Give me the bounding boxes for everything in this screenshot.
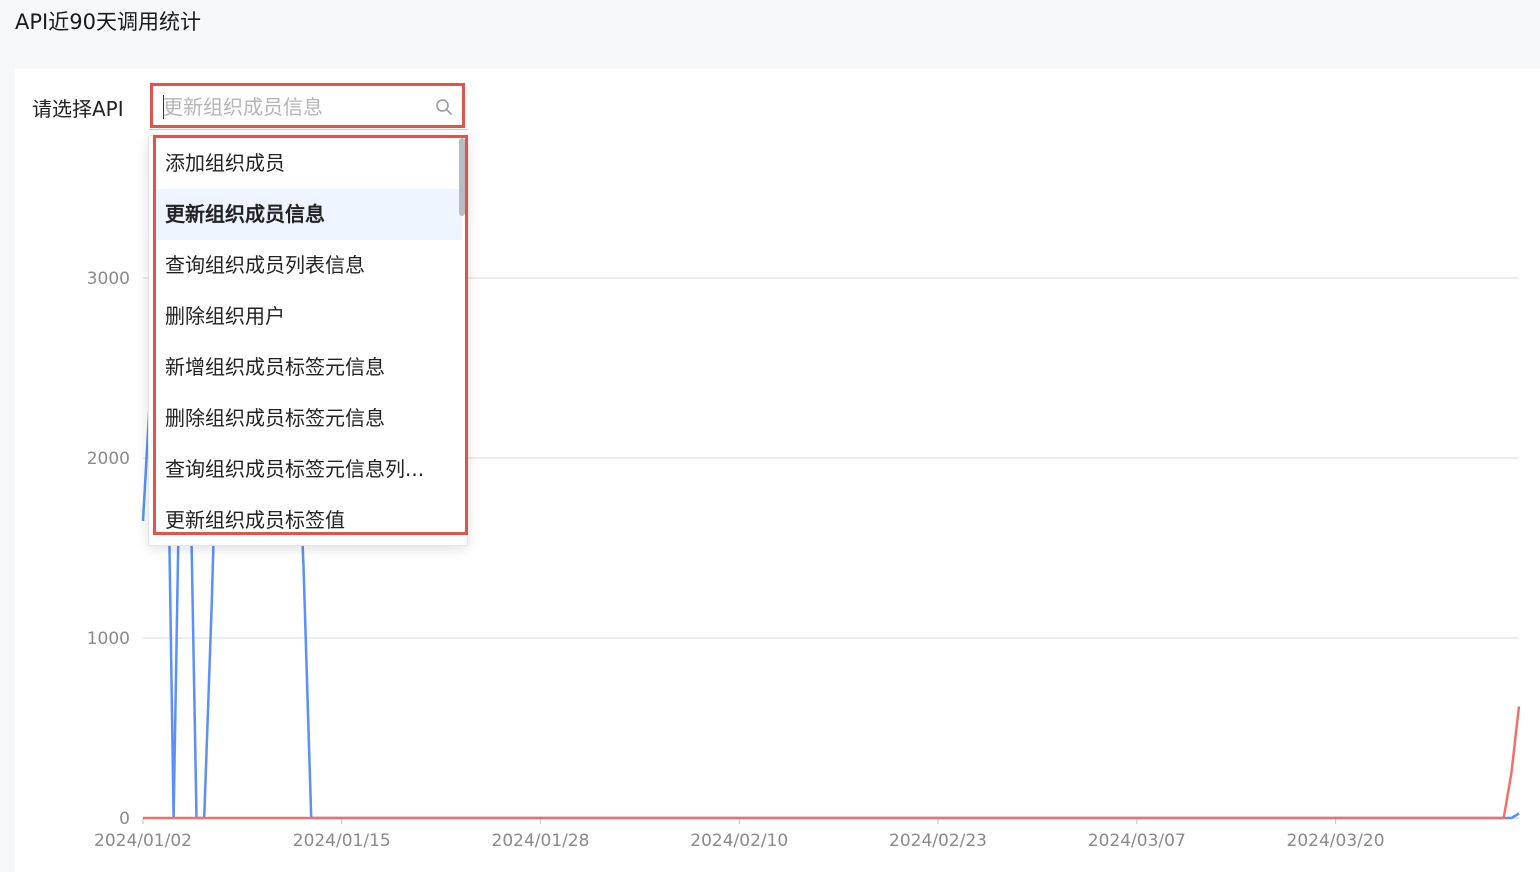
y-tick-label: 1000	[87, 629, 130, 649]
y-tick-label: 3000	[87, 269, 130, 289]
dropdown-option[interactable]: 查询组织成员标签元信息列...	[154, 444, 462, 495]
series-line	[143, 706, 1521, 820]
dropdown-option[interactable]: 查询组织成员列表信息	[154, 240, 462, 291]
api-dropdown-menu: 添加组织成员 更新组织成员信息 查询组织成员列表信息 删除组织用户 新增组织成员…	[148, 135, 468, 546]
y-tick-label: 2000	[87, 449, 130, 469]
dropdown-option[interactable]: 删除组织成员标签元信息	[154, 393, 462, 444]
x-tick-label: 2024/01/28	[492, 831, 590, 851]
search-icon[interactable]	[435, 98, 453, 116]
y-tick-label: 0	[119, 809, 130, 829]
api-select[interactable]	[149, 84, 467, 130]
dropdown-scrollbar-thumb[interactable]	[459, 138, 465, 216]
api-search-input[interactable]	[163, 93, 423, 121]
x-tick-label: 2024/02/10	[690, 831, 788, 851]
dropdown-option[interactable]: 更新组织成员信息	[154, 189, 462, 240]
x-tick-label: 2024/02/23	[889, 831, 987, 851]
dropdown-option[interactable]: 新增组织成员标签元信息	[154, 342, 462, 393]
x-tick-label: 2024/01/02	[94, 831, 192, 851]
dropdown-option[interactable]: 添加组织成员	[154, 138, 462, 189]
x-tick-label: 2024/03/07	[1088, 831, 1186, 851]
dropdown-option[interactable]: 更新组织成员标签值	[154, 495, 462, 545]
x-tick-label: 2024/03/20	[1287, 831, 1385, 851]
x-tick-label: 2024/01/15	[293, 831, 391, 851]
dropdown-option[interactable]: 删除组织用户	[154, 291, 462, 342]
api-select-label: 请选择API	[32, 97, 124, 121]
